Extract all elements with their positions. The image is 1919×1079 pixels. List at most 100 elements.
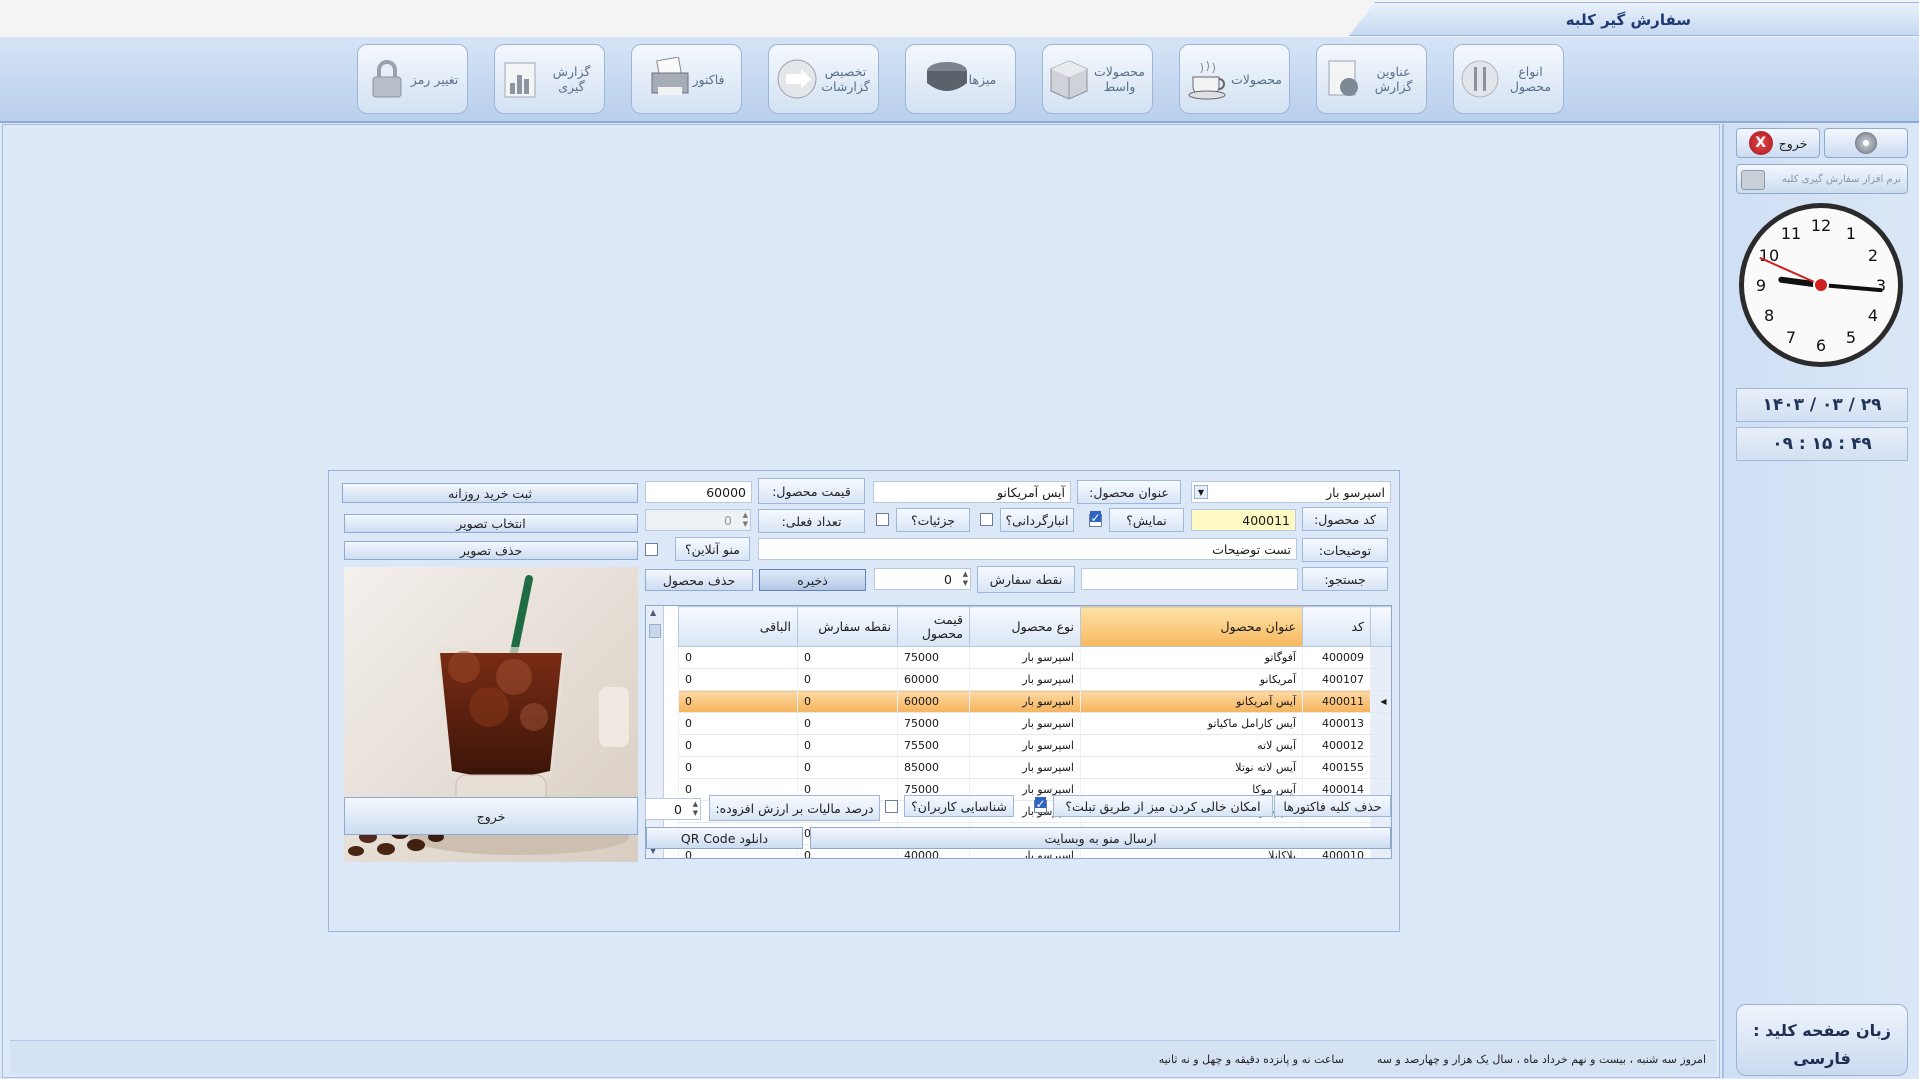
row-indicator[interactable] (1370, 734, 1391, 757)
cell-type: اسپرسو بار (969, 668, 1081, 691)
clock-numeral: 2 (1868, 246, 1878, 265)
inventory-label: انبارگردانی؟ (1000, 508, 1074, 532)
spinner-arrows-icon[interactable]: ▲ ▼ (693, 800, 698, 818)
exit-app-button[interactable]: خروج X (1736, 128, 1820, 158)
row-indicator[interactable] (1370, 756, 1391, 779)
delete-product-button[interactable]: حذف محصول (645, 569, 753, 591)
column-header-remaining[interactable]: الباقی (678, 606, 798, 647)
title-input[interactable]: آیس آمریکانو (873, 481, 1071, 503)
table-scrollbar[interactable]: ▲ ▼ (646, 606, 664, 858)
show-checkbox[interactable] (1089, 511, 1102, 527)
download-qr-button[interactable]: دانلود QR Code (646, 827, 803, 849)
products-button[interactable]: محصولات (1179, 44, 1290, 114)
cell-price: 75000 (897, 712, 970, 735)
empty-table-label: امکان خالی کردن میز از طریق تبلت؟ (1053, 795, 1273, 817)
spinner-arrows-icon[interactable]: ▲ ▼ (743, 511, 748, 529)
vat-input[interactable]: 0 ▲ ▼ (645, 798, 701, 820)
save-button[interactable]: ذخیره (759, 569, 866, 591)
reporting-button[interactable]: گزارش گیری (494, 44, 605, 114)
cell-code: 400009 (1302, 646, 1371, 669)
reporting-label: گزارش گیری (552, 64, 591, 94)
row-indicator[interactable] (1370, 646, 1391, 669)
code-value: 400011 (1242, 512, 1290, 528)
online-menu-label: منو آنلاین؟ (675, 537, 750, 561)
delete-image-button[interactable]: حذف تصویر (344, 541, 638, 560)
table-row[interactable]: 400009 آفوگاتو اسپرسو بار 75000 0 0 (678, 646, 1391, 669)
scrollbar-thumb[interactable] (649, 624, 661, 638)
change-password-button[interactable]: تغییر رمز (357, 44, 468, 114)
table-row[interactable]: 400155 آیس لاته نوتلا اسپرسو بار 85000 0 0 (678, 756, 1391, 779)
column-header-type[interactable]: نوع محصول (969, 606, 1081, 647)
description-input[interactable]: تست توضیحات (758, 538, 1297, 560)
choose-image-button[interactable]: انتخاب تصویر (344, 514, 638, 533)
cell-title: آفوگاتو (1080, 646, 1303, 669)
app-name-button[interactable]: نرم افزار سفارش گیری کلبه (1736, 164, 1908, 194)
clock-numeral: 12 (1811, 216, 1831, 235)
right-side-panel: خروج X نرم افزار سفارش گیری کلبه 12 3 45 6 7… (1722, 124, 1919, 1078)
select-all-corner[interactable] (1370, 606, 1391, 647)
table-row[interactable]: 400013 آیس کارامل ماکیاتو اسپرسو بار 75000 0… (678, 712, 1391, 735)
cell-order-point: 0 (797, 646, 898, 669)
table-row[interactable]: 400012 آیس لاته اسپرسو بار 75500 0 0 (678, 734, 1391, 757)
report-titles-button[interactable]: عناوین گزارش (1316, 44, 1427, 114)
description-label: توضیحات: (1302, 538, 1388, 562)
chevron-down-icon[interactable]: ▼ (1194, 485, 1208, 499)
current-count-input[interactable]: 0 ▲ ▼ (645, 509, 751, 531)
current-count-value: 0 (724, 512, 732, 528)
column-header-order-point[interactable]: نقطه سفارش (797, 606, 898, 647)
cell-price: 75500 (897, 734, 970, 757)
exit-dialog-button[interactable]: خروج (344, 797, 638, 835)
close-icon: X (1748, 131, 1773, 155)
keyboard-language-button[interactable]: زبان صفحه کلید : فارسی (1736, 1004, 1908, 1076)
category-select[interactable]: اسپرسو بار ▼ (1191, 481, 1391, 503)
search-label: جستجو: (1302, 567, 1388, 591)
daily-purchase-button[interactable]: ثبت خرید روزانه (342, 483, 638, 503)
cell-order-point: 0 (797, 712, 898, 735)
cell-title: آیس لاته نوتلا (1080, 756, 1303, 779)
column-header-title[interactable]: عنوان محصول (1080, 606, 1303, 647)
invoice-button[interactable]: فاکتور (631, 44, 742, 114)
intermediate-products-button[interactable]: محصولات واسط (1042, 44, 1153, 114)
report-titles-label: عناوین گزارش (1374, 64, 1413, 94)
delete-invoices-button[interactable]: حذف کلیه فاکتورها (1274, 795, 1391, 817)
tables-button[interactable]: میزها (905, 44, 1016, 114)
printer-icon (648, 56, 689, 101)
send-menu-website-button[interactable]: ارسال منو به وبسایت (810, 827, 1391, 849)
cell-code: 400013 (1302, 712, 1371, 735)
inventory-checkbox[interactable] (980, 513, 993, 526)
code-input[interactable]: 400011 (1191, 509, 1296, 531)
cell-price: 85000 (897, 756, 970, 779)
main-toolbar: انواع محصول عناوین گزارش محصولات محصولات… (0, 37, 1919, 123)
product-types-button[interactable]: انواع محصول (1453, 44, 1564, 114)
spinner-arrows-icon[interactable]: ▲ ▼ (963, 570, 968, 588)
table-row[interactable]: 400107 آمریکانو اسپرسو بار 60000 0 0 (678, 668, 1391, 691)
cell-code: 400012 (1302, 734, 1371, 757)
details-checkbox[interactable] (876, 513, 889, 526)
user-auth-checkbox[interactable] (885, 800, 898, 813)
table-icon (925, 57, 967, 101)
products-label: محصولات (1231, 71, 1282, 87)
row-indicator[interactable]: ◀ (1370, 690, 1391, 713)
online-menu-checkbox[interactable] (645, 543, 658, 556)
description-value: تست توضیحات (1212, 541, 1291, 557)
order-point-input[interactable]: 0 ▲ ▼ (874, 568, 971, 590)
empty-table-checkbox[interactable] (1034, 797, 1047, 813)
clock-numeral: 7 (1786, 328, 1796, 347)
date-display: ۱۴۰۳ / ۰۳ / ۲۹ (1736, 388, 1908, 422)
row-indicator[interactable] (1370, 668, 1391, 691)
column-header-price[interactable]: قیمت محصول (897, 606, 970, 647)
scroll-up-icon[interactable]: ▲ (650, 608, 656, 617)
clock-numeral: 8 (1764, 306, 1774, 325)
price-input[interactable]: 60000 (645, 481, 752, 503)
product-dialog: اسپرسو بار ▼ عنوان محصول: آیس آمریکانو ق… (328, 470, 1400, 932)
cell-price: 75000 (897, 646, 970, 669)
cell-remaining: 0 (678, 712, 798, 735)
assign-reports-button[interactable]: تخصیص گزارشات (768, 44, 879, 114)
settings-button[interactable] (1824, 128, 1908, 158)
column-header-code[interactable]: کد (1302, 606, 1371, 647)
search-input[interactable] (1081, 568, 1298, 590)
price-label: قیمت محصول: (758, 478, 865, 504)
table-row[interactable]: ◀ 400011 آیس آمریکانو اسپرسو بار 60000 0 0 (678, 690, 1391, 713)
row-indicator[interactable] (1370, 712, 1391, 735)
cell-remaining: 0 (678, 756, 798, 779)
